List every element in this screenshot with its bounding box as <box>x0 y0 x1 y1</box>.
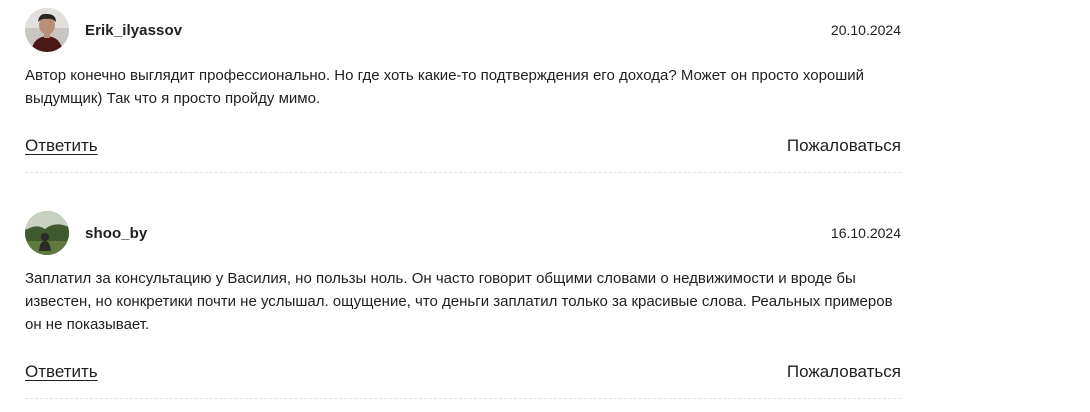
reply-link[interactable]: Ответить <box>25 362 98 382</box>
comment-author[interactable]: Erik_ilyassov <box>85 22 182 39</box>
comment-date: 16.10.2024 <box>830 225 901 241</box>
report-link[interactable]: Пожаловаться <box>787 136 901 156</box>
comment-divider <box>25 398 901 399</box>
avatar[interactable] <box>25 8 69 52</box>
avatar[interactable] <box>25 211 69 255</box>
comment-item: shoo_by 16.10.2024 Заплатил за консульта… <box>25 211 901 388</box>
user-photo-avatar-icon <box>25 211 69 255</box>
report-link[interactable]: Пожаловаться <box>787 362 901 382</box>
comment-text: Автор конечно выглядит профессионально. … <box>25 67 865 107</box>
comment-actions: Ответить Пожаловаться <box>25 136 901 162</box>
comment-actions: Ответить Пожаловаться <box>25 362 901 388</box>
comment-date: 20.10.2024 <box>830 22 901 38</box>
comment-divider <box>25 172 901 173</box>
user-photo-avatar-icon <box>25 8 69 52</box>
comment-header: Erik_ilyassov 20.10.2024 <box>25 8 901 52</box>
reply-link[interactable]: Ответить <box>25 136 98 156</box>
comment-header: shoo_by 16.10.2024 <box>25 211 901 255</box>
comment-item: Erik_ilyassov 20.10.2024 Автор конечно в… <box>25 8 901 162</box>
comment-text: Заплатил за консультацию у Василия, но п… <box>25 270 893 333</box>
comment-author[interactable]: shoo_by <box>85 225 147 242</box>
